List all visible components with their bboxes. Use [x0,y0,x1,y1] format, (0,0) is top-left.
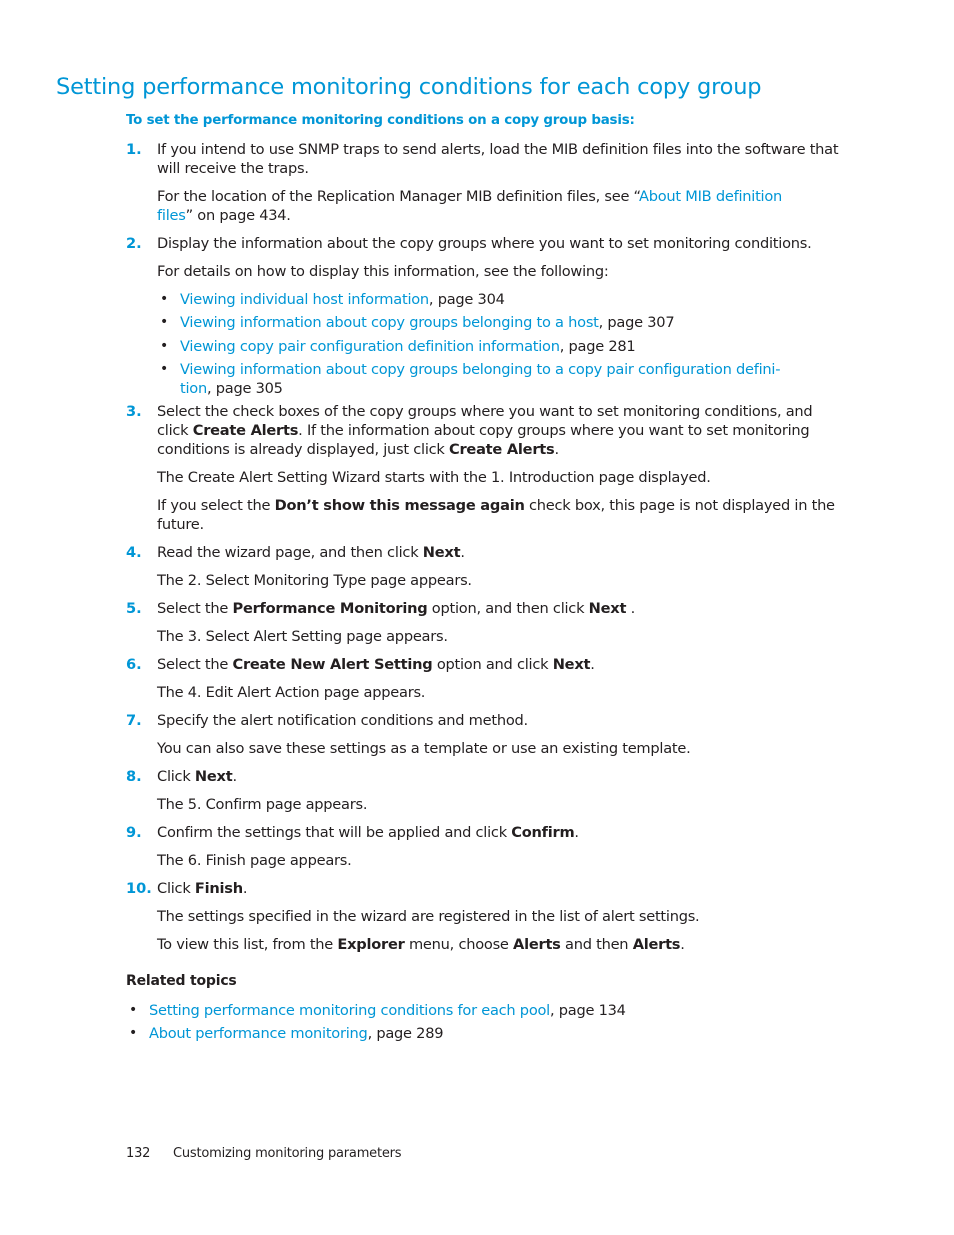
step-note: The 4. Edit Alert Action page appears. [157,684,426,701]
step-text: If you intend to use SNMP traps to send … [157,141,839,158]
link-about-performance-monitoring[interactable]: About performance monitoring [149,1025,368,1042]
ui-term: Create Alerts [449,441,555,458]
step-note: The Create Alert Setting Wizard starts w… [157,469,711,486]
ui-term: Create New Alert Setting [232,656,433,673]
ui-term: Alerts [513,936,561,953]
step-text: click Create Alerts. If the information … [157,422,810,439]
ui-term: Next [422,544,461,561]
ui-term: Create Alerts [192,422,299,439]
step-note: If you select the Don’t show this messag… [157,497,835,514]
step-number: 7. [126,712,142,729]
step-text: Read the wizard page, and then click Nex… [157,544,465,561]
step-number: 2. [126,235,142,252]
bullet-icon: • [129,1002,138,1018]
step-text: will receive the traps. [157,160,309,177]
link-about-mib-definition-files[interactable]: files [157,207,186,224]
footer-chapter-title: Customizing monitoring parameters [173,1146,402,1161]
step-number: 9. [126,824,142,841]
link-performance-monitoring-pool[interactable]: Setting performance monitoring condition… [149,1002,550,1019]
ui-term: Next [588,600,627,617]
step-text: Confirm the settings that will be applie… [157,824,579,841]
bullet-icon: • [160,338,169,354]
step-number: 6. [126,656,142,673]
footer-page-number: 132 [126,1146,151,1161]
step-note: The 6. Finish page appears. [157,852,352,869]
bullet-icon: • [129,1025,138,1041]
link-copy-groups-host[interactable]: Viewing information about copy groups be… [180,314,599,331]
step-note: The settings specified in the wizard are… [157,908,700,925]
bullet-icon: • [160,291,169,307]
ui-term: Explorer [337,936,405,953]
link-viewing-individual-host-information[interactable]: Viewing individual host information [180,291,429,308]
procedure-title: To set the performance monitoring condit… [126,113,635,128]
link-copy-groups-copy-pair-config[interactable]: Viewing information about copy groups be… [180,361,780,378]
step-text: Click Next. [157,768,237,785]
step-number: 10. [126,880,152,897]
ui-term: Confirm [511,824,575,841]
step-text: Display the information about the copy g… [157,235,812,252]
ui-term: Alerts [632,936,681,953]
step-text: Select the Performance Monitoring option… [157,600,635,617]
step-note: future. [157,516,204,533]
step-number: 1. [126,141,142,158]
ui-term: Finish [194,880,243,897]
ui-term: Don’t show this message again [274,497,525,514]
step-note: The 3. Select Alert Setting page appears… [157,628,448,645]
step-note: To view this list, from the Explorer men… [157,936,685,953]
section-title: Setting performance monitoring condition… [56,74,762,100]
step-note: The 2. Select Monitoring Type page appea… [157,572,472,589]
step-note: For the location of the Replication Mana… [157,188,783,205]
bullet-icon: • [160,361,169,377]
step-note: The 5. Confirm page appears. [157,796,368,813]
step-note: For details on how to display this infor… [157,263,609,280]
related-topics-heading: Related topics [126,973,237,989]
document-page: Setting performance monitoring condition… [56,74,839,1161]
step-number: 5. [126,600,142,617]
step-number: 3. [126,403,142,420]
link-copy-groups-copy-pair-config[interactable]: tion [180,380,207,397]
step-text: conditions is already displayed, just cl… [157,441,559,458]
ui-term: Performance Monitoring [232,600,428,617]
step-number: 4. [126,544,142,561]
link-copy-pair-config-definition[interactable]: Viewing copy pair configuration definiti… [180,338,560,355]
step-number: 8. [126,768,142,785]
link-about-mib-definition-files[interactable]: About MIB definition [639,188,782,205]
step-text: Select the Create New Alert Setting opti… [157,656,595,673]
ui-term: Next [552,656,591,673]
step-text: Click Finish. [157,880,248,897]
step-note: files” on page 434. [157,207,291,224]
step-text: Select the check boxes of the copy group… [157,403,813,420]
ui-term: Next [194,768,233,785]
bullet-icon: • [160,314,169,330]
step-note: You can also save these settings as a te… [157,740,691,757]
step-text: Specify the alert notification condition… [157,712,528,729]
